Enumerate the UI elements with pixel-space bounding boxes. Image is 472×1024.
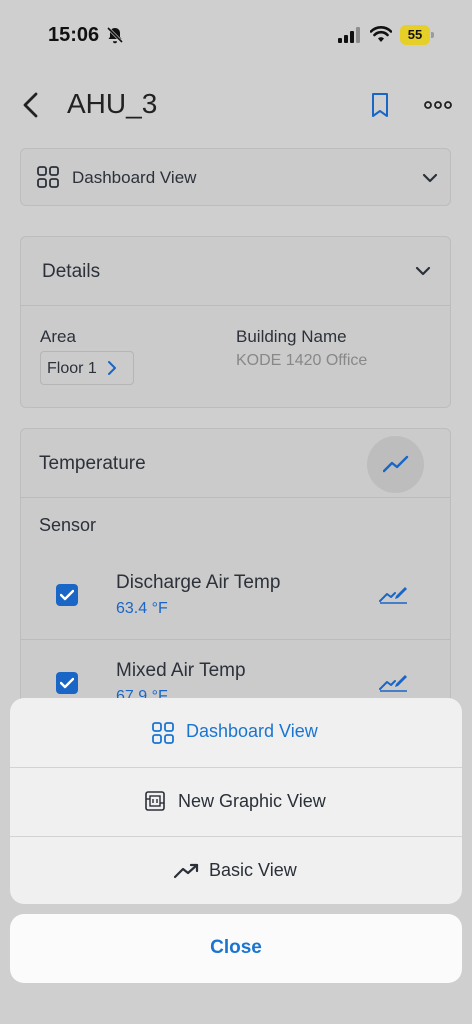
bell-muted-icon [106,26,124,44]
sensor-checkbox[interactable] [56,584,78,606]
option-label: Dashboard View [186,721,318,741]
details-section: Details Area Floor 1 Building Name KODE … [20,236,451,408]
checkmark-icon [60,677,74,689]
option-label: New Graphic View [178,791,326,811]
status-time: 15:06 [48,24,100,46]
page-title: AHU_3 [67,88,158,119]
option-label: Basic View [209,860,297,880]
temperature-title: Temperature [39,453,146,474]
close-button-label: Close [210,937,262,958]
close-button[interactable]: Close [10,914,462,983]
area-label: Area [40,327,76,346]
trend-button[interactable] [367,436,424,493]
area-value: Floor 1 [47,360,97,377]
signal-icon [338,27,360,43]
back-icon[interactable] [18,90,44,120]
details-title: Details [42,261,101,282]
building-name-label: Building Name [236,327,347,346]
view-selector[interactable]: Dashboard View [20,148,451,206]
graphic-view-icon [145,791,165,811]
chevron-down-icon [422,173,438,183]
sensor-checkbox[interactable] [56,672,78,694]
trend-edit-icon[interactable] [379,584,409,604]
trend-edit-icon[interactable] [379,672,409,692]
view-action-sheet: Dashboard View New Graphic View Basic Vi… [10,698,462,904]
option-dashboard-view[interactable]: Dashboard View [10,698,462,767]
option-basic-view[interactable]: Basic View [10,836,462,904]
sensor-label: Sensor [39,515,97,535]
chevron-down-icon[interactable] [415,265,431,277]
grid-icon [152,722,174,744]
battery-level: 55 [407,27,423,42]
area-link[interactable]: Floor 1 [40,351,134,385]
sensor-name: Discharge Air Temp [116,572,281,593]
view-selector-label: Dashboard View [72,168,197,187]
checkmark-icon [60,589,74,601]
temperature-section: Temperature Sensor Discharge Air Temp 63… [20,428,451,718]
chevron-right-icon [108,361,116,375]
option-new-graphic-view[interactable]: New Graphic View [10,767,462,836]
battery-indicator: 55 [400,25,434,45]
wifi-icon [370,26,392,42]
trend-icon [174,863,199,879]
more-options-icon[interactable] [424,96,452,114]
trend-icon [383,455,409,473]
sensor-name: Mixed Air Temp [116,660,246,681]
bookmark-icon[interactable] [368,92,392,118]
sensor-value: 63.4 °F [116,600,168,617]
grid-icon [37,166,59,188]
building-name-value: KODE 1420 Office [236,352,368,369]
